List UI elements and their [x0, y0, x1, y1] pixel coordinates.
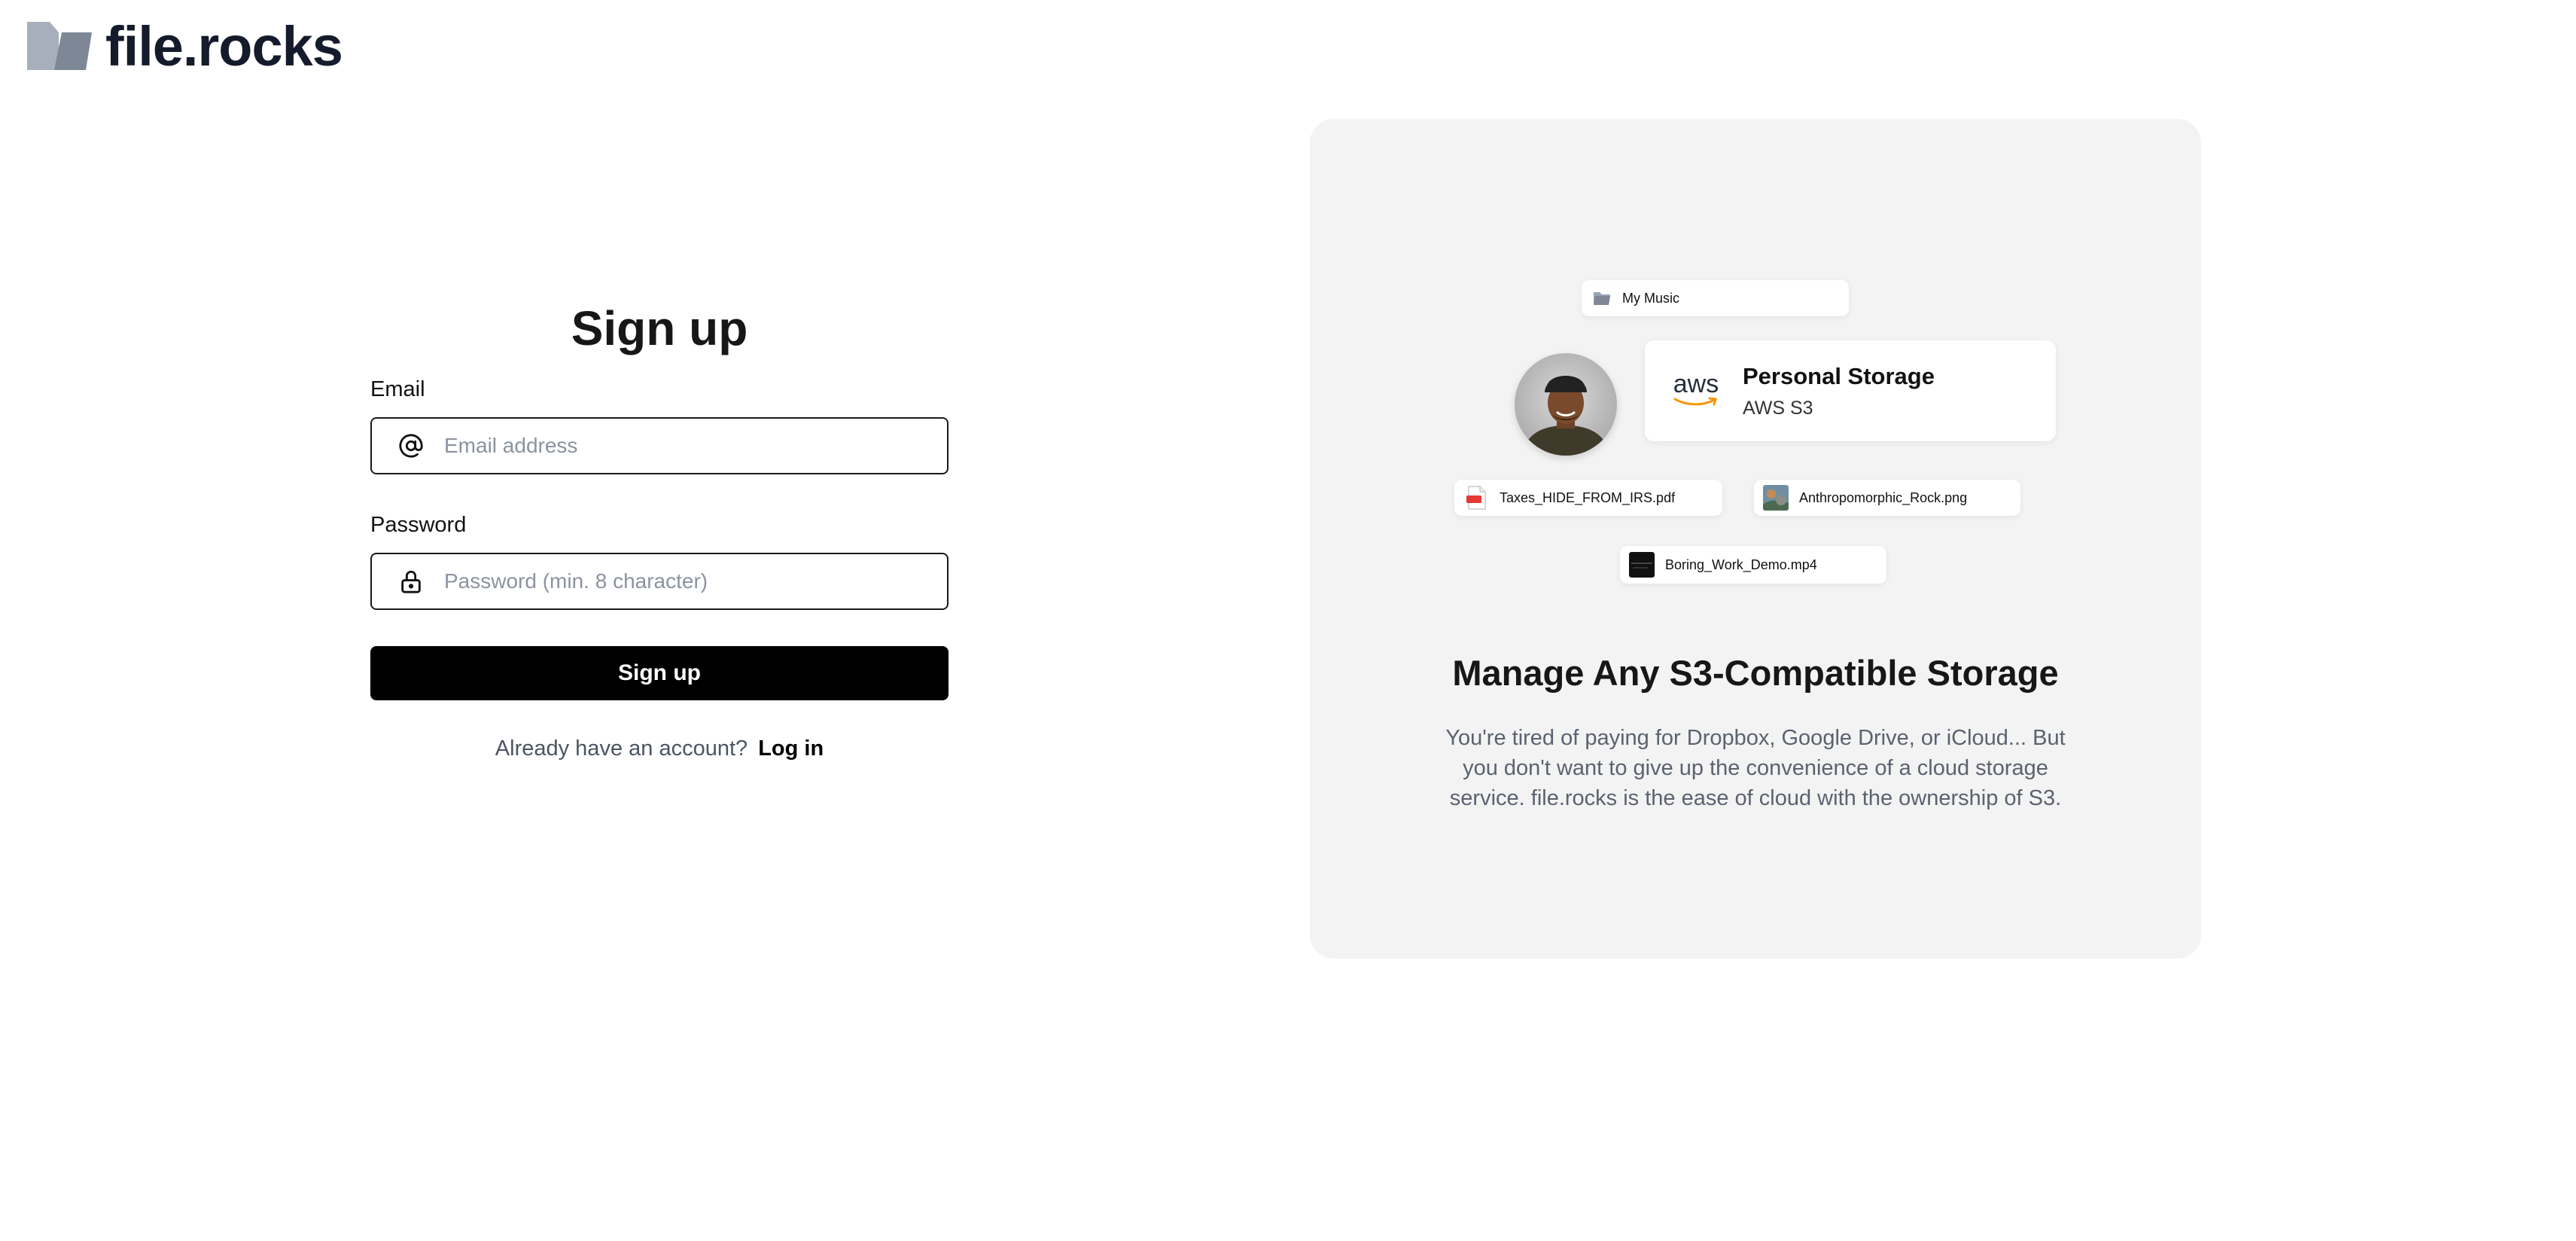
storage-card: aws Personal Storage AWS S3 [1645, 340, 2056, 441]
login-prompt-row: Already have an account? Log in [370, 736, 948, 761]
login-prompt-text: Already have an account? [495, 736, 748, 761]
pdf-file-icon [1466, 486, 1486, 510]
aws-logo-text: aws [1673, 369, 1719, 398]
folder-chip-my-music: My Music [1582, 280, 1849, 316]
signup-form: Sign up Email Password Sign up [370, 298, 948, 761]
folder-icon [1594, 292, 1610, 305]
sign-up-button[interactable]: Sign up [370, 646, 948, 700]
file-chip-pdf: Taxes_HIDE_FROM_IRS.pdf [1454, 480, 1722, 516]
file-chip-png: Anthropomorphic_Rock.png [1754, 480, 2020, 516]
storage-title: Personal Storage [1743, 362, 1935, 389]
folder-logo-icon [27, 22, 92, 70]
signup-page: file.rocks Sign up Email Password [0, 0, 2576, 1241]
file-name: Anthropomorphic_Rock.png [1799, 489, 1968, 505]
image-thumbnail [1763, 485, 1789, 511]
feature-description: You're tired of paying for Dropbox, Goog… [1445, 726, 2066, 810]
video-thumbnail [1629, 552, 1655, 578]
email-input[interactable] [444, 419, 947, 473]
at-sign-icon [396, 431, 426, 461]
avatar [1515, 353, 1617, 456]
brand-logo[interactable]: file.rocks [27, 15, 343, 78]
password-field-wrapper [370, 553, 948, 610]
feature-panel: My Music aws Personal Storage AWS S3 Tax… [1310, 119, 2201, 959]
brand-name: file.rocks [105, 14, 343, 78]
file-chip-mp4: Boring_Work_Demo.mp4 [1620, 546, 1886, 584]
email-label: Email [370, 377, 425, 401]
feature-heading: Manage Any S3-Compatible Storage [1452, 653, 2059, 693]
password-label: Password [370, 513, 467, 537]
log-in-link[interactable]: Log in [758, 736, 824, 761]
form-title: Sign up [571, 301, 748, 355]
storage-info: Personal Storage AWS S3 [1743, 363, 1935, 419]
aws-logo: aws [1672, 371, 1720, 411]
password-input[interactable] [444, 554, 947, 608]
file-name: Taxes_HIDE_FROM_IRS.pdf [1500, 489, 1676, 505]
email-field-wrapper [370, 417, 948, 474]
file-name: Boring_Work_Demo.mp4 [1665, 556, 1817, 572]
lock-icon [396, 566, 426, 596]
storage-subtitle: AWS S3 [1743, 397, 1813, 419]
folder-chip-label: My Music [1622, 290, 1679, 306]
